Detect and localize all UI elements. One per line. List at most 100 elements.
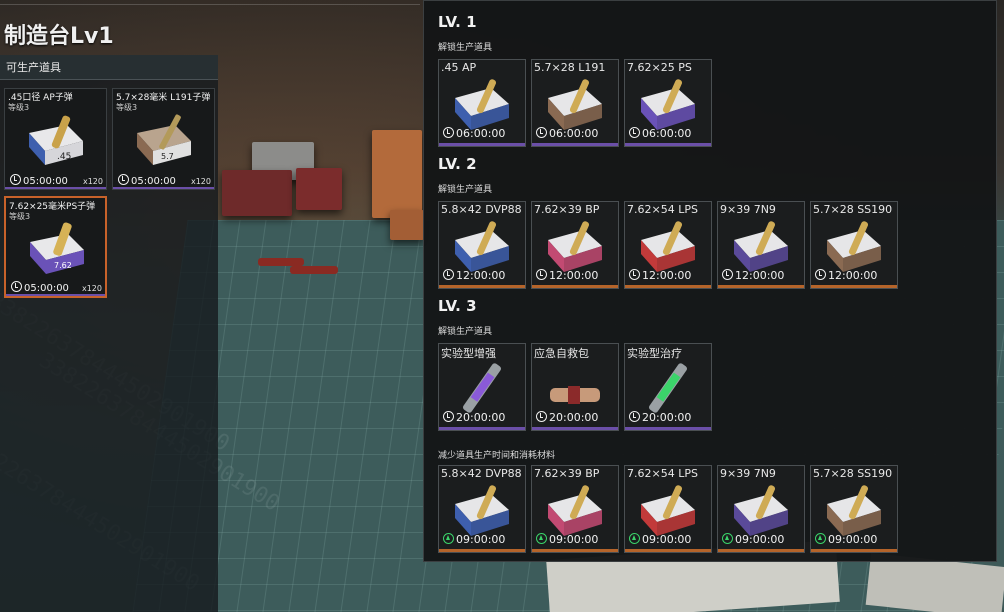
card-time: 09:00:00	[815, 533, 877, 546]
card-time: 12:00:00	[815, 269, 877, 282]
rarity-bar	[439, 549, 525, 552]
card-name: 9×39 7N9	[720, 467, 776, 480]
ammo-box-icon: .45	[29, 115, 83, 165]
card-name: 5.7×28 SS190	[813, 467, 893, 480]
unlock-item-card[interactable]: 实验型治疗 20:00:00	[624, 343, 712, 431]
ammo-box-icon	[548, 79, 602, 130]
rarity-bar	[811, 285, 897, 288]
unlock-item-card[interactable]: .45 AP 06:00:00	[438, 59, 526, 147]
reduce-time-icon	[815, 533, 826, 544]
card-time-value: 06:00:00	[642, 127, 692, 140]
unlock-item-card[interactable]: 应急自救包 20:00:00	[531, 343, 619, 431]
rarity-bar	[625, 549, 711, 552]
rarity-bar	[6, 294, 105, 296]
card-time-value: 09:00:00	[642, 533, 692, 546]
card-time-value: 12:00:00	[456, 269, 506, 282]
clock-icon	[443, 269, 454, 280]
reduce-time-icon	[722, 533, 733, 544]
card-name: 应急自救包	[534, 347, 589, 360]
card-time: 12:00:00	[722, 269, 784, 282]
card-time-value: 09:00:00	[828, 533, 878, 546]
card-time: 20:00:00	[629, 411, 691, 424]
ammo-box-icon	[734, 485, 788, 536]
injector-purple-icon	[463, 363, 501, 413]
ammo-box-icon	[641, 79, 695, 130]
card-time-value: 12:00:00	[735, 269, 785, 282]
card-time-value: 20:00:00	[549, 411, 599, 424]
card-time: 09:00:00	[722, 533, 784, 546]
card-time: 09:00:00	[629, 533, 691, 546]
clock-icon	[722, 269, 733, 280]
clock-icon	[629, 411, 640, 422]
rarity-bar	[811, 549, 897, 552]
producible-items-panel: 可生产道具 .45口径 AP子弹 等级3 .45 05:00:00 x120 5…	[0, 55, 218, 612]
rarity-bar	[718, 549, 804, 552]
producible-item-45-ap[interactable]: .45口径 AP子弹 等级3 .45 05:00:00 x120	[4, 88, 107, 190]
ammo-box-icon	[455, 221, 509, 272]
unlock-item-card[interactable]: 9×39 7N9 12:00:00	[717, 201, 805, 289]
shotgun-shell	[258, 258, 304, 266]
reduce-time-icon	[629, 533, 640, 544]
svg-text:5.7: 5.7	[161, 152, 174, 161]
ammo-box-icon	[827, 221, 881, 272]
ammo-box-icon	[734, 221, 788, 272]
card-time-value: 06:00:00	[456, 127, 506, 140]
clock-icon	[11, 281, 22, 292]
card-name: 7.62×39 BP	[534, 467, 600, 480]
level-title: LV. 1	[438, 13, 477, 31]
unlock-item-card[interactable]: 7.62×25 PS 06:00:00	[624, 59, 712, 147]
panel-header: 可生产道具	[0, 55, 218, 80]
producible-item-762-ps[interactable]: 7.62×25毫米PS子弹 等级3 7.62 05:00:00 x120	[4, 196, 107, 298]
rarity-bar	[625, 143, 711, 146]
level-subtitle: 解锁生产道具	[438, 327, 493, 337]
card-name: 5.7×28 L191	[534, 61, 606, 74]
clock-icon	[629, 269, 640, 280]
ammo-crate	[222, 170, 292, 216]
ammo-box-icon: 5.7	[137, 114, 191, 165]
svg-text:7.62: 7.62	[54, 261, 72, 270]
clock-icon	[443, 127, 454, 138]
level-title: LV. 2	[438, 155, 477, 173]
card-time-value: 12:00:00	[642, 269, 692, 282]
rarity-bar	[532, 427, 618, 430]
rarity-bar	[5, 187, 106, 189]
svg-text:.45: .45	[57, 152, 71, 162]
unlock-item-card[interactable]: 5.7×28 SS190 12:00:00	[810, 201, 898, 289]
unlock-item-card[interactable]: 5.8×42 DVP88 12:00:00	[438, 201, 526, 289]
clock-icon	[118, 174, 129, 185]
level-subtitle: 解锁生产道具	[438, 43, 493, 53]
rarity-bar	[625, 427, 711, 430]
unlock-item-card[interactable]: 5.8×42 DVP88 09:00:00	[438, 465, 526, 553]
card-name: 实验型治疗	[627, 347, 682, 360]
rarity-bar	[439, 143, 525, 146]
card-time-value: 09:00:00	[456, 533, 506, 546]
rarity-bar	[532, 143, 618, 146]
producible-item-57-l191[interactable]: 5.7×28毫米 L191子弹 等级3 5.7 05:00:00 x120	[112, 88, 215, 190]
clock-icon	[10, 174, 21, 185]
unlock-item-card[interactable]: 5.7×28 L191 06:00:00	[531, 59, 619, 147]
card-time: 06:00:00	[443, 127, 505, 140]
item-quantity: x120	[81, 284, 102, 293]
level-subtitle: 解锁生产道具	[438, 185, 493, 195]
card-name: 5.7×28 SS190	[813, 203, 893, 216]
ammo-crate	[372, 130, 422, 218]
rarity-bar	[439, 427, 525, 430]
item-time: 05:00:00	[10, 174, 68, 187]
card-time: 20:00:00	[443, 411, 505, 424]
bandage-roll-icon	[550, 386, 600, 404]
unlock-item-card[interactable]: 7.62×39 BP 12:00:00	[531, 201, 619, 289]
reduce-time-icon	[536, 533, 547, 544]
unlock-item-card[interactable]: 7.62×54 LPS 09:00:00	[624, 465, 712, 553]
clock-icon	[629, 127, 640, 138]
ammo-crate	[296, 168, 342, 210]
unlock-item-card[interactable]: 7.62×54 LPS 12:00:00	[624, 201, 712, 289]
card-name: 7.62×54 LPS	[627, 203, 698, 216]
ammo-box-icon	[641, 221, 695, 272]
card-time: 09:00:00	[443, 533, 505, 546]
unlock-item-card[interactable]: 实验型增强 20:00:00	[438, 343, 526, 431]
unlock-item-card[interactable]: 5.7×28 SS190 09:00:00	[810, 465, 898, 553]
ammo-box-icon	[641, 485, 695, 536]
unlock-item-card[interactable]: 7.62×39 BP 09:00:00	[531, 465, 619, 553]
card-name: 7.62×39 BP	[534, 203, 600, 216]
unlock-item-card[interactable]: 9×39 7N9 09:00:00	[717, 465, 805, 553]
